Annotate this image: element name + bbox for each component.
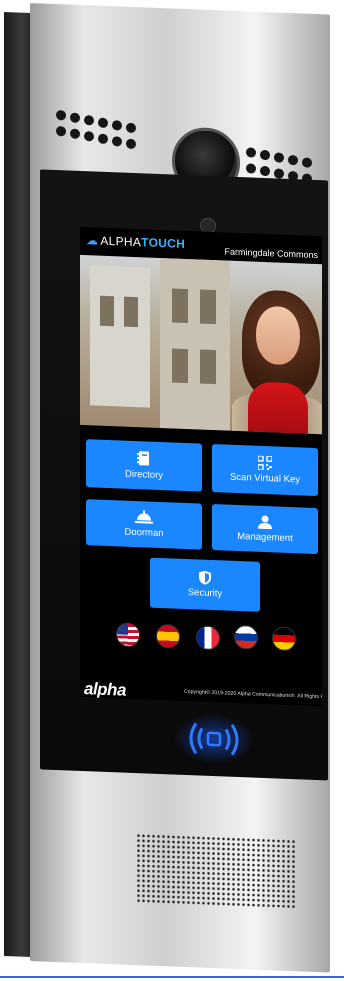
directory-button[interactable]: Directory: [86, 439, 202, 492]
security-label: Security: [187, 587, 223, 600]
spain-flag-icon[interactable]: [156, 623, 180, 649]
qr-code-icon: [258, 455, 272, 471]
germany-flag-icon[interactable]: [272, 626, 296, 652]
logo-prefix: ALPHA: [100, 233, 142, 250]
management-button[interactable]: Management: [212, 503, 318, 555]
intercom-device: ☁ ALPHATOUCH Farmingdale Commons Directo…: [4, 2, 334, 977]
nfc-reader-icon[interactable]: [174, 713, 254, 766]
scan-virtual-key-label: Scan Virtual Key: [229, 471, 301, 486]
welcome-photo: [80, 254, 322, 435]
language-selector: [116, 622, 316, 658]
address-book-icon: [137, 451, 149, 466]
touch-screen: ☁ ALPHATOUCH Farmingdale Commons Directo…: [80, 226, 322, 707]
russia-flag-icon[interactable]: [234, 624, 258, 650]
alphatouch-logo: ☁ ALPHATOUCH: [86, 233, 185, 251]
cloud-icon: ☁: [86, 233, 99, 248]
logo-suffix: TOUCH: [141, 235, 186, 251]
directory-label: Directory: [124, 468, 163, 482]
doorman-label: Doorman: [124, 526, 164, 540]
shield-icon: [199, 570, 211, 585]
doorman-button[interactable]: Doorman: [86, 499, 202, 550]
security-button[interactable]: Security: [150, 557, 260, 612]
us-flag-icon[interactable]: [116, 622, 140, 648]
speaker-grille: [136, 833, 296, 910]
person-icon: [258, 515, 272, 530]
scan-virtual-key-button[interactable]: Scan Virtual Key: [212, 443, 318, 497]
copyright-text: Copyright© 2019-2020 Alpha Communication…: [184, 688, 322, 701]
service-bell-icon: [135, 510, 153, 524]
site-name: Farmingdale Commons: [224, 246, 318, 261]
base-line: [0, 976, 344, 978]
france-flag-icon[interactable]: [196, 625, 220, 651]
management-label: Management: [237, 530, 293, 545]
